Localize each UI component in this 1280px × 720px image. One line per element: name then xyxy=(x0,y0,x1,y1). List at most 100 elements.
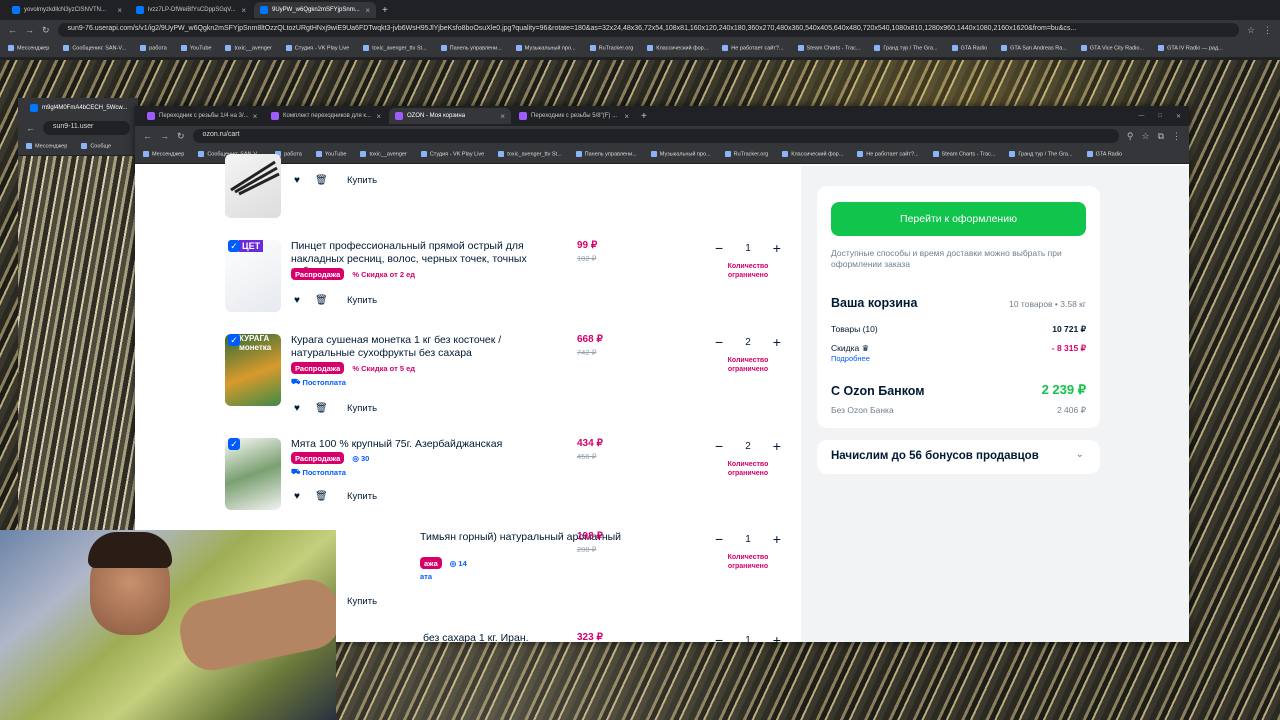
bookmark-item[interactable]: toxic__avenger xyxy=(360,151,406,158)
quantity-value[interactable]: 1 xyxy=(745,534,751,545)
bonus-card[interactable]: Начислим до 56 бонусов продавцов ⌄ xyxy=(817,440,1100,474)
minus-button[interactable]: − xyxy=(715,531,723,547)
bookmark-item[interactable]: Мессенджер xyxy=(26,143,67,150)
bookmark-item[interactable]: YouTube xyxy=(316,151,347,158)
bookmark-item[interactable]: GTA IV Radio — рад... xyxy=(1158,45,1223,52)
bookmark-item[interactable]: Панель управлени... xyxy=(441,45,502,52)
front-tab-1[interactable]: Переходник с резьбы 1/4 на 3/... × xyxy=(141,108,263,124)
front-tab-2[interactable]: Комплект переходников для к... × xyxy=(265,108,387,124)
heart-icon[interactable]: ♥ xyxy=(291,491,303,503)
minus-button[interactable]: − xyxy=(715,334,723,350)
quantity-value[interactable]: 2 xyxy=(745,441,751,452)
close-icon[interactable]: × xyxy=(117,6,122,15)
chevron-down-icon[interactable]: ⌄ xyxy=(1076,449,1084,460)
forward-icon[interactable]: → xyxy=(25,25,34,35)
minus-button[interactable]: − xyxy=(715,240,723,256)
bookmark-item[interactable]: Панель управлени... xyxy=(576,151,637,158)
back-icon[interactable]: ← xyxy=(8,25,17,35)
front-address-bar[interactable]: ozon.ru/cart xyxy=(192,129,1119,143)
trash-icon[interactable]: 🗑 xyxy=(315,403,328,415)
bookmark-item[interactable]: GTA Radio xyxy=(1087,151,1123,158)
close-icon[interactable]: × xyxy=(624,112,629,121)
forward-icon[interactable]: → xyxy=(160,131,169,141)
bookmark-item[interactable]: Музыкальный про... xyxy=(516,45,576,52)
bookmark-item[interactable]: RuTracker.org xyxy=(590,45,634,52)
details-link[interactable]: Подробнее xyxy=(831,354,870,363)
middle-tab[interactable]: m9gl4M0FmA4bCECH_5Wcw... xyxy=(24,100,134,116)
bookmark-item[interactable]: Гранд тур / The Gra... xyxy=(1009,151,1072,158)
checkbox-checked[interactable]: ✓ xyxy=(228,240,240,252)
bookmark-item[interactable]: работа xyxy=(140,45,167,52)
back-icon[interactable]: ← xyxy=(26,123,35,133)
close-icon[interactable]: × xyxy=(376,112,381,121)
outer-tab-3[interactable]: 9UyPW_w6Qgkn2mSFYjpSnm... × xyxy=(254,2,376,18)
checkbox-checked[interactable]: ✓ xyxy=(228,334,240,346)
close-icon[interactable]: × xyxy=(241,6,246,15)
new-tab-icon[interactable]: + xyxy=(382,5,388,16)
outer-tab-1[interactable]: yovolmyzkdllcN3yzCISNVTN... × xyxy=(6,2,128,18)
extensions-icon[interactable]: ⧉ xyxy=(1158,131,1164,142)
zoom-icon[interactable]: ⚲ xyxy=(1127,131,1134,142)
bookmark-item[interactable]: GTA San Andreas Ra... xyxy=(1001,45,1067,52)
bookmark-item[interactable]: Студия - VK Play Live xyxy=(286,45,349,52)
new-tab-icon[interactable]: + xyxy=(641,111,647,122)
outer-tab-2[interactable]: lvzz7LP-DfWeiBfYsCDppSGqV... × xyxy=(130,2,252,18)
plus-button[interactable]: + xyxy=(773,438,781,454)
bookmark-item[interactable]: toxic__avenger xyxy=(225,45,271,52)
bookmark-item[interactable]: GTA Radio xyxy=(952,45,988,52)
bookmark-item[interactable]: Не работает сайт?... xyxy=(857,151,918,158)
trash-icon[interactable]: 🗑 xyxy=(315,295,328,307)
reload-icon[interactable]: ↻ xyxy=(42,25,50,36)
plus-button[interactable]: + xyxy=(773,240,781,256)
trash-icon[interactable]: 🗑 xyxy=(315,175,328,187)
bookmark-item[interactable]: Не работает сайт?... xyxy=(722,45,783,52)
bookmark-item[interactable]: Студия - VK Play Live xyxy=(421,151,484,158)
minus-button[interactable]: − xyxy=(715,632,723,642)
plus-button[interactable]: + xyxy=(773,334,781,350)
close-icon[interactable]: × xyxy=(365,6,370,15)
buy-button[interactable]: Купить xyxy=(339,593,385,610)
bookmark-item[interactable]: Классический фор... xyxy=(782,151,843,158)
heart-icon[interactable]: ♥ xyxy=(291,175,303,187)
product-title[interactable]: Мята 100 % крупный 75г. Азербайджанская xyxy=(291,438,556,451)
bookmark-item[interactable]: YouTube xyxy=(181,45,212,52)
bookmark-item[interactable]: Мессенджер xyxy=(143,151,184,158)
product-title[interactable]: Курага сушеная монетка 1 кг без косточек… xyxy=(291,334,556,359)
bookmark-item[interactable]: Мессенджер xyxy=(8,45,49,52)
reload-icon[interactable]: ↻ xyxy=(177,131,185,142)
quantity-value[interactable]: 2 xyxy=(745,337,751,348)
bookmark-item[interactable]: toxic_avenger_ttv St... xyxy=(498,151,561,158)
middle-address-bar[interactable]: sun9-11.user xyxy=(43,121,130,135)
bookmark-item[interactable]: GTA Vice City Radio... xyxy=(1081,45,1144,52)
outer-address-bar[interactable]: sun9-76.userapi.com/s/v1/ig2/9UyPW_w6Qgk… xyxy=(57,23,1239,37)
plus-button[interactable]: + xyxy=(773,632,781,642)
maximize-icon[interactable]: □ xyxy=(1158,113,1162,119)
heart-icon[interactable]: ♥ xyxy=(291,295,303,307)
menu-icon[interactable]: ⋮ xyxy=(1263,25,1272,36)
trash-icon[interactable]: 🗑 xyxy=(315,491,328,503)
buy-button[interactable]: Купить xyxy=(339,172,385,189)
bookmark-item[interactable]: RuTracker.org xyxy=(725,151,769,158)
buy-button[interactable]: Купить xyxy=(339,400,385,417)
star-icon[interactable]: ☆ xyxy=(1141,131,1149,142)
heart-icon[interactable]: ♥ xyxy=(291,403,303,415)
star-icon[interactable]: ☆ xyxy=(1247,25,1255,36)
bookmark-item[interactable]: Музыкальный про... xyxy=(651,151,711,158)
bookmark-item[interactable]: Гранд тур / The Gra... xyxy=(874,45,937,52)
quantity-value[interactable]: 1 xyxy=(745,635,751,643)
bookmark-item[interactable]: Классический фор... xyxy=(647,45,708,52)
minimize-icon[interactable]: — xyxy=(1138,113,1144,119)
close-icon[interactable]: × xyxy=(253,112,258,121)
bookmark-item[interactable]: Сообще xyxy=(81,143,111,150)
front-tab-3[interactable]: OZON - Моя корзина × xyxy=(389,108,511,124)
quantity-value[interactable]: 1 xyxy=(745,243,751,254)
checkbox-checked[interactable]: ✓ xyxy=(228,438,240,450)
menu-icon[interactable]: ⋮ xyxy=(1172,131,1181,142)
window-close-icon[interactable]: ✕ xyxy=(1176,113,1181,120)
plus-button[interactable]: + xyxy=(773,531,781,547)
bookmark-item[interactable]: Steam Charts - Trac... xyxy=(798,45,861,52)
buy-button[interactable]: Купить xyxy=(339,292,385,309)
bookmark-item[interactable]: Steam Charts - Trac... xyxy=(933,151,996,158)
checkout-button[interactable]: Перейти к оформлению xyxy=(831,202,1086,236)
back-icon[interactable]: ← xyxy=(143,131,152,141)
